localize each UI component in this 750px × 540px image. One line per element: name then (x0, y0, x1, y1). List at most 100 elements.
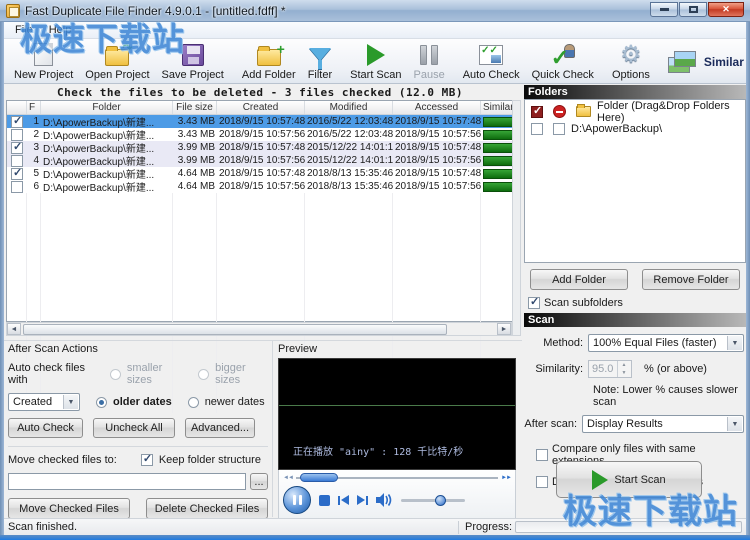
app-icon (6, 4, 20, 18)
volume-thumb[interactable] (435, 495, 446, 506)
table-row[interactable]: 6 D:\ApowerBackup\新建... 4.64 MB 2018/9/1… (7, 180, 512, 193)
row-filesize: 4.64 MB (173, 168, 217, 179)
save-project-button[interactable]: Save Project (156, 41, 230, 82)
newer-dates-radio[interactable] (188, 397, 199, 408)
folder-include-checkbox[interactable] (531, 106, 543, 118)
column-header-accessed[interactable]: Accessed (393, 101, 481, 114)
save-project-icon (182, 44, 204, 66)
row-filesize: 3.43 MB (173, 116, 217, 127)
folder-item-checkbox-1[interactable] (531, 123, 543, 135)
quick-check-button[interactable]: ✓ Quick Check (526, 41, 600, 82)
row-modified: 2018/8/13 15:35:46 (305, 168, 393, 179)
speaker-icon[interactable] (376, 493, 393, 507)
date-field-dropdown[interactable]: Created ▼ (8, 393, 80, 411)
row-checkbox[interactable] (11, 155, 23, 167)
seek-forward-icon[interactable]: ►► (501, 475, 511, 481)
scroll-left-arrow[interactable]: ◄ (7, 323, 21, 335)
column-header-created[interactable]: Created (217, 101, 305, 114)
preview-title: Preview (278, 343, 516, 355)
row-created: 2018/9/15 10:57:56 (217, 181, 305, 192)
keep-structure-checkbox[interactable] (141, 454, 153, 466)
seek-thumb[interactable] (300, 473, 338, 482)
row-created: 2018/9/15 10:57:48 (217, 168, 305, 179)
folder-item-checkbox-2[interactable] (553, 123, 565, 135)
vertical-scrollbar[interactable] (512, 100, 521, 336)
add-folder-panel-button[interactable]: Add Folder (530, 269, 628, 290)
row-checkbox[interactable] (11, 116, 23, 128)
window-frame-right (746, 0, 750, 540)
row-number: 4 (27, 155, 41, 166)
after-scan-actions-title: After Scan Actions (8, 343, 268, 355)
older-dates-radio[interactable] (96, 397, 107, 408)
similarity-bar: 100 (483, 130, 513, 140)
no-compare-ext-checkbox[interactable] (536, 476, 548, 488)
move-destination-input[interactable] (8, 473, 246, 490)
similarity-spinner[interactable]: ▲▼ (588, 360, 632, 378)
row-checkbox[interactable] (11, 129, 23, 141)
row-modified: 2018/8/13 15:35:46 (305, 181, 393, 192)
play-icon (592, 470, 608, 490)
volume-slider[interactable] (401, 499, 465, 502)
row-accessed: 2018/9/15 10:57:56 (393, 155, 481, 166)
column-header-modified[interactable]: Modified (305, 101, 393, 114)
menu-file[interactable]: File (8, 23, 40, 37)
scan-subfolders-checkbox[interactable] (528, 297, 540, 309)
start-scan-toolbar-button[interactable]: Start Scan (344, 41, 407, 82)
after-scan-dropdown[interactable]: Display Results ▼ (582, 415, 744, 433)
pause-button[interactable]: Pause (408, 41, 451, 82)
smaller-sizes-radio[interactable] (110, 369, 121, 380)
minimize-button[interactable] (650, 2, 678, 17)
maximize-button[interactable] (679, 2, 707, 17)
horizontal-scrollbar[interactable]: ◄ ► (6, 322, 512, 336)
spinner-arrows-icon[interactable]: ▲▼ (617, 361, 630, 377)
seek-slider[interactable] (296, 477, 498, 479)
folder-exclude-icon[interactable] (553, 105, 566, 118)
auto-check-toolbar-button[interactable]: ✓✓ Auto Check (457, 41, 526, 82)
column-header-filesize[interactable]: File size (173, 101, 217, 114)
pause-play-button[interactable] (283, 486, 311, 514)
column-header-similarity[interactable]: Similarity (481, 101, 513, 114)
row-checkbox[interactable] (11, 168, 23, 180)
compare-same-ext-checkbox[interactable] (536, 449, 548, 461)
uncheck-all-button[interactable]: Uncheck All (93, 418, 175, 438)
new-project-button[interactable]: New Project (8, 41, 79, 82)
method-dropdown[interactable]: 100% Equal Files (faster) ▼ (588, 334, 744, 352)
row-number: 2 (27, 129, 41, 140)
row-checkbox[interactable] (11, 142, 23, 154)
scroll-right-arrow[interactable]: ► (497, 323, 511, 335)
new-project-icon (34, 43, 53, 66)
seek-back-icon[interactable]: ◄◄ (283, 475, 293, 481)
scroll-thumb[interactable] (23, 324, 447, 335)
auto-check-button[interactable]: Auto Check (8, 418, 83, 438)
next-button[interactable] (357, 495, 368, 505)
method-label: Method: (526, 337, 588, 349)
folders-header-row[interactable]: Folder (Drag&Drop Folders Here) (527, 103, 743, 120)
column-header-check[interactable] (7, 101, 27, 114)
start-scan-button[interactable]: Start Scan (556, 461, 702, 498)
folders-header-label: Folder (Drag&Drop Folders Here) (597, 100, 743, 124)
remove-folder-button[interactable]: Remove Folder (642, 269, 740, 290)
row-checkbox[interactable] (11, 181, 23, 193)
stop-button[interactable] (319, 495, 330, 506)
menu-help[interactable]: Help (42, 23, 79, 37)
filter-button[interactable]: Filter (302, 41, 338, 82)
column-header-folder[interactable]: Folder (41, 101, 173, 114)
after-scan-label: After scan: (524, 418, 582, 430)
column-header-f[interactable]: F (27, 101, 41, 114)
move-checked-files-button[interactable]: Move Checked Files (8, 498, 130, 519)
add-folder-button[interactable]: + Add Folder (236, 41, 302, 82)
bigger-sizes-radio[interactable] (198, 369, 209, 380)
close-button[interactable]: ✕ (708, 2, 744, 17)
bigger-sizes-label: bigger sizes (215, 362, 268, 386)
previous-button[interactable] (338, 495, 349, 505)
similar-images-button[interactable]: Similar Images (662, 41, 750, 82)
oscilloscope-line (279, 405, 515, 406)
browse-button[interactable]: ... (250, 473, 268, 490)
advanced-button[interactable]: Advanced... (185, 418, 255, 438)
after-scan-actions-group: After Scan Actions Auto check files with… (8, 343, 268, 540)
delete-checked-files-button[interactable]: Delete Checked Files (146, 498, 268, 519)
options-button[interactable]: ⚙ Options (606, 41, 656, 82)
similarity-input[interactable] (589, 363, 617, 375)
title-bar[interactable]: Fast Duplicate File Finder 4.9.0.1 - [un… (0, 0, 750, 22)
open-project-button[interactable]: ↷ Open Project (79, 41, 155, 82)
